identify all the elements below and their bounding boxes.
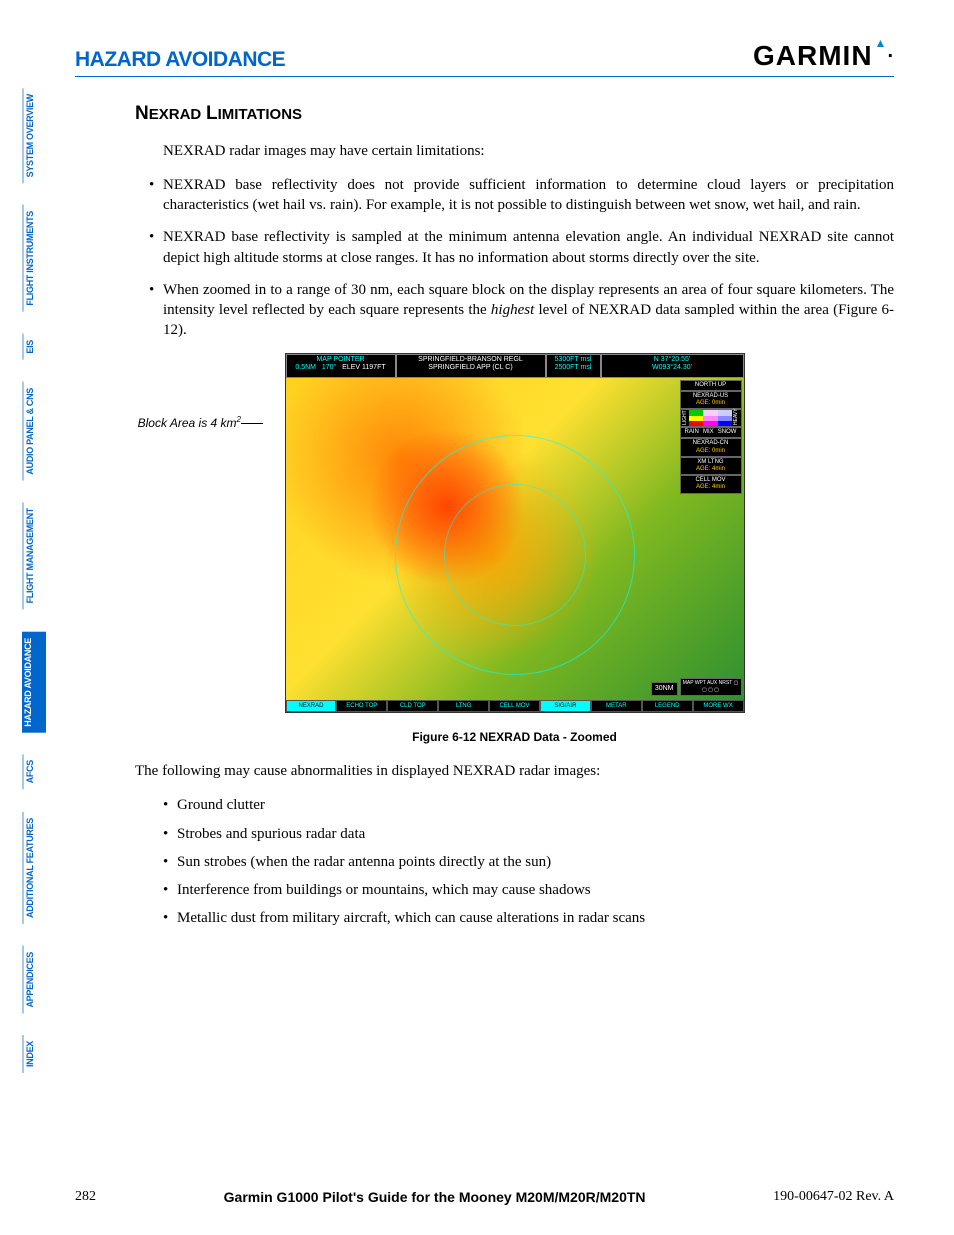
- tab-eis[interactable]: EIS: [22, 334, 46, 360]
- list-item: When zoomed in to a range of 30 nm, each…: [149, 280, 894, 341]
- map-softkeys: NEXRAD ECHO TOP CLD TOP LTNG CELL MOV SI…: [286, 700, 744, 712]
- compass-ring: [395, 435, 635, 675]
- list-item: Sun strobes (when the radar antenna poin…: [163, 852, 894, 872]
- softkey-morewx[interactable]: MORE WX: [693, 700, 744, 712]
- softkey-cellmov[interactable]: CELL MOV: [489, 700, 540, 712]
- list-item: NEXRAD base reflectivity is sampled at t…: [149, 227, 894, 268]
- softkey-cldtop[interactable]: CLD TOP: [387, 700, 438, 712]
- tab-hazard-avoidance[interactable]: HAZARD AVOIDANCE: [22, 632, 46, 733]
- subheading: NEXRAD LIMITATIONS: [135, 101, 894, 127]
- page-footer: 282 Garmin G1000 Pilot's Guide for the M…: [75, 1189, 894, 1205]
- intro-text: NEXRAD radar images may have certain lim…: [163, 141, 894, 161]
- softkey-ltng[interactable]: LTNG: [438, 700, 489, 712]
- nexrad-map-display: MAP POINTER 0.5NM 170° ELEV 1197FT SPRIN…: [285, 353, 745, 713]
- footer-title: Garmin G1000 Pilot's Guide for the Moone…: [224, 1189, 646, 1205]
- section-title: HAZARD AVOIDANCE: [75, 48, 285, 72]
- map-topbar: MAP POINTER 0.5NM 170° ELEV 1197FT SPRIN…: [286, 354, 744, 378]
- softkey-sigair[interactable]: SIG/AIR: [540, 700, 591, 712]
- figure-callout: Block Area is 4 km2: [131, 415, 241, 431]
- main-content: NEXRAD LIMITATIONS NEXRAD radar images m…: [135, 101, 894, 929]
- doc-revision: 190-00647-02 Rev. A: [773, 1189, 894, 1205]
- map-legend: NORTH UP NEXRAD-USAGE: 0min LIGHT HEAVY …: [680, 380, 742, 494]
- list-item: Ground clutter: [163, 795, 894, 815]
- list-item: NEXRAD base reflectivity does not provid…: [149, 175, 894, 216]
- page-number: 282: [75, 1189, 96, 1205]
- tab-flight-management[interactable]: FLIGHT MANAGEMENT: [22, 502, 46, 609]
- tab-audio-panel[interactable]: AUDIO PANEL & CNS: [22, 382, 46, 481]
- softkey-nexrad[interactable]: NEXRAD: [286, 700, 337, 712]
- callout-line: [241, 423, 263, 424]
- softkey-metar[interactable]: METAR: [591, 700, 642, 712]
- limitation-list: NEXRAD base reflectivity does not provid…: [149, 175, 894, 341]
- list-item: Strobes and spurious radar data: [163, 824, 894, 844]
- softkey-legend[interactable]: LEGEND: [642, 700, 693, 712]
- map-scale: 30NM: [651, 682, 678, 695]
- garmin-logo: GARMIN▲.: [753, 40, 894, 72]
- figure-caption: Figure 6-12 NEXRAD Data - Zoomed: [135, 729, 894, 745]
- list-item: Metallic dust from military aircraft, wh…: [163, 908, 894, 928]
- tab-index[interactable]: INDEX: [22, 1035, 46, 1073]
- abnormal-intro: The following may cause abnormalities in…: [135, 761, 894, 781]
- page-header: HAZARD AVOIDANCE GARMIN▲.: [75, 40, 894, 77]
- softkey-echotop[interactable]: ECHO TOP: [336, 700, 387, 712]
- tab-system-overview[interactable]: SYSTEM OVERVIEW: [22, 88, 46, 183]
- tab-afcs[interactable]: AFCS: [22, 754, 46, 789]
- figure-6-12: Block Area is 4 km2 MAP POINTER 0.5NM 17…: [135, 353, 894, 745]
- map-waypoint-bar: MAP WPT AUX NRST ▢ ▢ ▢ ▢: [680, 678, 742, 696]
- list-item: Interference from buildings or mountains…: [163, 880, 894, 900]
- abnormal-list: Ground clutter Strobes and spurious rada…: [163, 795, 894, 928]
- tab-flight-instruments[interactable]: FLIGHT INSTRUMENTS: [22, 205, 46, 312]
- sidebar-tabs: SYSTEM OVERVIEW FLIGHT INSTRUMENTS EIS A…: [22, 88, 46, 1095]
- tab-additional-features[interactable]: ADDITIONAL FEATURES: [22, 812, 46, 924]
- tab-appendices[interactable]: APPENDICES: [22, 946, 46, 1014]
